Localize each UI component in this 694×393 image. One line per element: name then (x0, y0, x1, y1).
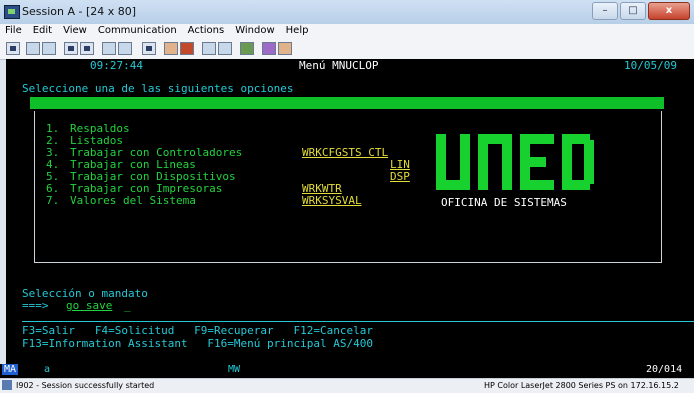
status-message: I902 - Session successfully started (16, 381, 155, 390)
statusbar: I902 - Session successfully started HP C… (0, 378, 694, 393)
oia-mode: a (44, 364, 51, 375)
maximize-button[interactable]: □ (620, 2, 646, 20)
help-icon[interactable] (278, 42, 292, 55)
copy-icon[interactable] (26, 42, 40, 55)
window-title: Session A - [24 x 80] (22, 5, 137, 18)
printer-status: HP Color LaserJet 2800 Series PS on 172.… (484, 381, 679, 390)
screen-date: 10/05/09 (624, 59, 677, 72)
menu-help[interactable]: Help (281, 24, 315, 39)
window-controls: – □ x (592, 2, 690, 20)
input-prompt: ===> (22, 299, 49, 312)
menu-window[interactable]: Window (230, 24, 280, 39)
menu-edit[interactable]: Edit (28, 24, 58, 39)
logo-caption: OFICINA DE SISTEMAS (441, 196, 567, 209)
option-number: 7. (46, 194, 60, 207)
function-keys-line-2: F13=Information Assistant F16=Menú princ… (22, 337, 373, 350)
oia-cursor-position: 20/014 (646, 364, 683, 375)
close-button[interactable]: x (648, 2, 690, 20)
option-command: DSP (390, 170, 410, 183)
customize-icon[interactable] (240, 42, 254, 55)
print-screen-icon[interactable] (6, 42, 20, 55)
cursor: _ (124, 299, 131, 312)
oia-system: MA (2, 364, 19, 375)
header-bar (30, 97, 664, 109)
function-keys-line-1: F3=Salir F4=Solicitud F9=Recuperar F12=C… (22, 324, 373, 337)
paste-icon[interactable] (42, 42, 56, 55)
terminal-screen[interactable]: 09:27:44 Menú MNUCLOP 10/05/09 Seleccion… (6, 59, 694, 364)
separator-line (22, 321, 694, 322)
toolbar (0, 39, 694, 60)
screen-time: 09:27:44 (90, 59, 143, 72)
info-icon[interactable] (262, 42, 276, 55)
option-command: WRKSYSVAL (302, 194, 362, 207)
window-titlebar[interactable]: Session A - [24 x 80] – □ x (0, 0, 694, 25)
screen-prompt: Seleccione una de las siguientes opcione… (22, 82, 294, 95)
minimize-button[interactable]: – (592, 2, 618, 20)
screen-menu-name: Menú MNUCLOP (299, 59, 379, 72)
operator-info-area: MA a MW 20/014 (0, 364, 694, 378)
connect-icon[interactable] (202, 42, 216, 55)
disconnect-icon[interactable] (218, 42, 232, 55)
uned-logo (436, 134, 594, 190)
display-icon[interactable] (102, 42, 116, 55)
menubar: File Edit View Communication Actions Win… (0, 24, 694, 39)
menu-communication[interactable]: Communication (93, 24, 183, 39)
send-icon[interactable] (64, 42, 78, 55)
record-macro-icon[interactable] (164, 42, 178, 55)
option-label[interactable]: Valores del Sistema (70, 195, 196, 207)
keyboard-icon[interactable] (118, 42, 132, 55)
oia-message-waiting: MW (228, 364, 241, 375)
macro-icon[interactable] (142, 42, 156, 55)
command-input[interactable]: go save (66, 300, 112, 312)
menu-view[interactable]: View (58, 24, 93, 39)
menu-actions[interactable]: Actions (183, 24, 231, 39)
receive-icon[interactable] (80, 42, 94, 55)
session-status-icon (2, 380, 12, 390)
stop-macro-icon[interactable] (180, 42, 194, 55)
app-icon (4, 5, 20, 19)
option-command: WRKCFGSTS CTL (302, 146, 389, 159)
menu-file[interactable]: File (0, 24, 28, 39)
